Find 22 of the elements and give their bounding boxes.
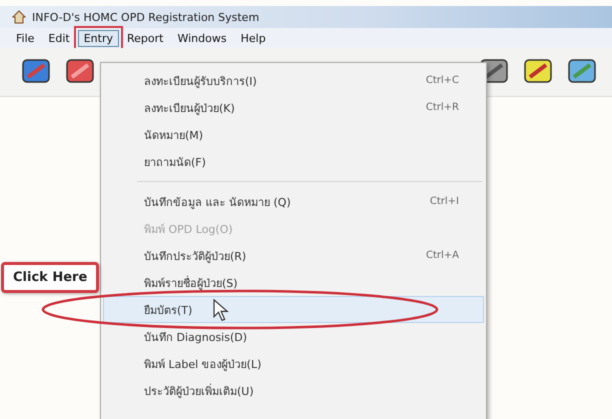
menu-bar-item[interactable]: Windows <box>171 30 233 46</box>
window-title: INFO-D's HOMC OPD Registration System <box>32 10 260 24</box>
menu-bar-item[interactable]: Edit <box>42 30 76 46</box>
menu-item[interactable]: ลงทะเบียนผู้ป่วย(K) Ctrl+R <box>103 94 484 121</box>
menu-item[interactable]: บันทึก Diagnosis(D) <box>103 323 484 350</box>
shortcut-text: Ctrl+C <box>426 75 459 86</box>
house-icon <box>12 10 26 24</box>
menu-item[interactable]: บันทึกประวัติผู้ป่วย(R) Ctrl+A <box>103 242 484 269</box>
menu-item[interactable]: พิมพ์ Label ของผู้ป่วย(L) <box>103 350 484 377</box>
menu-bar-item[interactable]: Report <box>121 30 170 46</box>
menu-item[interactable]: บันทึกข้อมูล และ นัดหมาย (Q) Ctrl+I <box>103 188 484 215</box>
menu-item[interactable]: ประวัติผู้ป่วยเพิ่มเติม(U) <box>103 377 484 404</box>
shortcut-text: Ctrl+A <box>426 250 459 261</box>
menu-item[interactable]: พิมพ์รายชื่อผู้ป่วย(S) <box>103 269 484 296</box>
shortcut-text: Ctrl+I <box>430 196 459 207</box>
callout-label: Click Here <box>1 262 100 293</box>
menu-bar-item[interactable]: File <box>10 30 40 46</box>
shortcut-text: Ctrl+R <box>426 102 459 113</box>
menu-item[interactable]: นัดหมาย(M) <box>103 121 484 148</box>
menu-bar-item[interactable]: Help <box>234 30 272 46</box>
menu-item[interactable]: ยาถามนัด(F) <box>103 148 484 175</box>
menu-item[interactable]: ยืมบัตร(T) <box>103 296 484 323</box>
